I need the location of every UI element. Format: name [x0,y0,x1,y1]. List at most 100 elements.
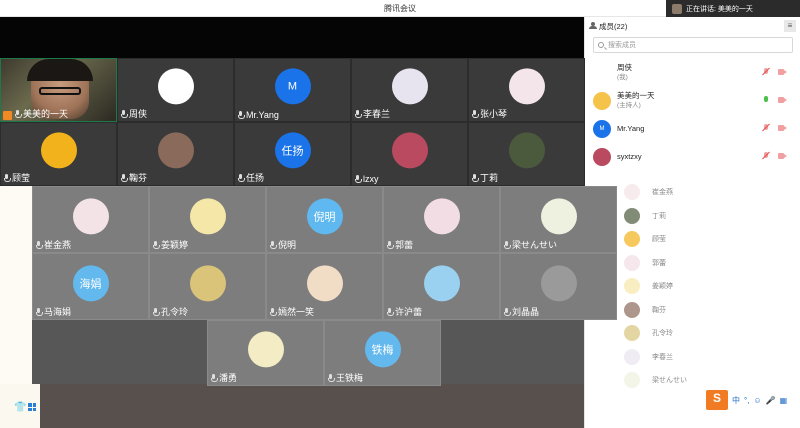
ghost-member-row[interactable]: 丁莉 [624,204,774,228]
participant-tile[interactable]: 李春兰 [351,58,468,122]
participant-tile[interactable]: 倪明 倪明 [266,186,383,253]
participant-avatar [157,132,194,169]
member-role: (我) [617,74,628,81]
participant-tile[interactable]: 张小琴 [468,58,585,122]
mic-muted-icon[interactable] [762,124,770,132]
participant-tile[interactable]: 姜颖婷 [149,186,266,253]
participant-name: 倪明 [269,238,296,251]
mic-icon [354,175,362,183]
participant-name-text: 梁せんせい [512,240,558,250]
participant-tile[interactable]: 潘勇 [207,320,324,386]
mic-icon [35,240,43,249]
ime-chinese-icon[interactable]: 中 [732,395,740,406]
participant-tile[interactable]: 嫣然一笑 [266,253,383,320]
participant-avatar: 倪明 [306,197,343,234]
participant-avatar: 海娟 [72,264,109,301]
ghost-member-row[interactable]: 鞠芬 [624,298,774,322]
participant-tile[interactable]: 任扬 任扬 [234,122,351,186]
participant-name-text: Mr.Yang [246,110,279,120]
shirt-icon[interactable]: 👕 [14,402,26,413]
ime-logo[interactable]: S [706,390,728,410]
participant-avatar [157,68,194,105]
participant-tile[interactable]: 海娟 马海娟 [32,253,149,320]
ghost-member-row[interactable]: 孔令玲 [624,321,774,345]
participant-tile[interactable]: 鞠芬 [117,122,234,186]
search-input[interactable]: 搜索成员 [593,37,793,53]
mic-icon [152,307,160,316]
participant-avatar [189,197,226,234]
member-name: 李春兰 [652,353,673,361]
participant-tile[interactable]: 许沪蕾 [383,253,500,320]
participant-name: 郭蕾 [386,238,413,251]
member-name: Mr.Yang [617,124,645,133]
member-avatar [624,325,640,341]
participant-avatar [540,197,577,234]
participant-tile[interactable]: 郭蕾 [383,186,500,253]
participant-avatar [540,264,577,301]
ime-emoji-icon[interactable]: ☺ [753,396,761,405]
mic-icon [120,173,128,182]
member-name: 崔金燕 [652,189,673,196]
participant-name-text: 任扬 [246,173,265,183]
ghost-member-row[interactable]: 郭蕾 [624,251,774,275]
member-avatar [624,348,640,365]
mic-icon [14,109,22,118]
ghost-member-row[interactable]: 崔金燕 [624,180,774,204]
members-header: 成员(22) [585,17,800,35]
mic-on-icon[interactable] [762,96,770,104]
mic-icon [503,307,511,316]
participant-name-text: 张小琴 [480,109,508,119]
ghost-member-row[interactable]: 梁せんせい [624,368,774,392]
mic-muted-icon[interactable] [762,152,770,160]
mic-muted-icon[interactable] [762,68,770,76]
participant-tile[interactable]: 铁梅 王铁梅 [324,320,441,386]
participant-tile[interactable]: M Mr.Yang [234,58,351,122]
menu-button[interactable]: ≡ [784,20,796,32]
participant-tile[interactable]: 周侠 [117,58,234,122]
participant-tile[interactable]: 崔金燕 [32,186,149,253]
member-controls [762,124,787,132]
ime-toolbar: S 中 °, ☺ 🎤 ▦ [706,390,800,410]
member-text: Mr.Yang [617,124,644,134]
camera-off-icon[interactable] [778,97,787,103]
camera-off-icon[interactable] [778,125,787,131]
mic-icon [120,109,128,118]
grid-view-icon[interactable] [28,403,36,411]
participant-avatar [306,264,343,301]
ime-punct-icon[interactable]: °, [744,396,749,405]
member-text: 美美的一天 (主持人) [617,91,655,111]
camera-off-icon[interactable] [778,69,787,75]
ghost-member-row[interactable]: 李春兰 [624,345,774,369]
member-row[interactable]: 周侠 (我) [593,59,793,87]
participant-name: 姜颖婷 [152,238,188,251]
member-avatar [624,184,640,200]
participant-tile[interactable]: 孔令玲 [149,253,266,320]
participant-name-text: 王铁梅 [336,373,364,383]
member-name: 丁莉 [652,212,666,220]
participant-tile[interactable]: 刘晶晶 [500,253,617,320]
participant-name-text: 孔令玲 [161,307,189,317]
participant-tile[interactable]: 丁莉 [468,122,585,186]
participant-tile[interactable]: 美美的一天 [0,58,117,122]
ime-mic-icon[interactable]: 🎤 [766,396,776,405]
participant-avatar [391,132,428,169]
participant-name-text: 嫣然一笑 [278,307,315,317]
ime-keyboard-icon[interactable]: ▦ [780,396,788,405]
member-row[interactable]: M Mr.Yang [593,115,793,143]
participant-name-text: 马海娟 [44,307,72,317]
ghost-member-row[interactable]: 顾莹 [624,227,774,251]
participant-tile[interactable]: 顾莹 [0,122,117,186]
participant-avatar [391,68,428,105]
member-row[interactable]: 美美的一天 (主持人) [593,87,793,115]
participant-tile[interactable]: lzxy [351,122,468,186]
mic-icon [471,173,479,182]
participant-avatar [189,264,226,301]
bottom-toolbar [40,384,624,428]
speaker-avatar [672,3,682,14]
participant-name-text: 姜颖婷 [161,240,189,250]
ghost-member-row[interactable]: 姜颖婷 [624,274,774,298]
member-avatar [624,254,640,271]
member-row[interactable]: syxtzxy [593,143,793,171]
camera-off-icon[interactable] [778,153,787,159]
participant-tile[interactable]: 梁せんせい [500,186,617,253]
